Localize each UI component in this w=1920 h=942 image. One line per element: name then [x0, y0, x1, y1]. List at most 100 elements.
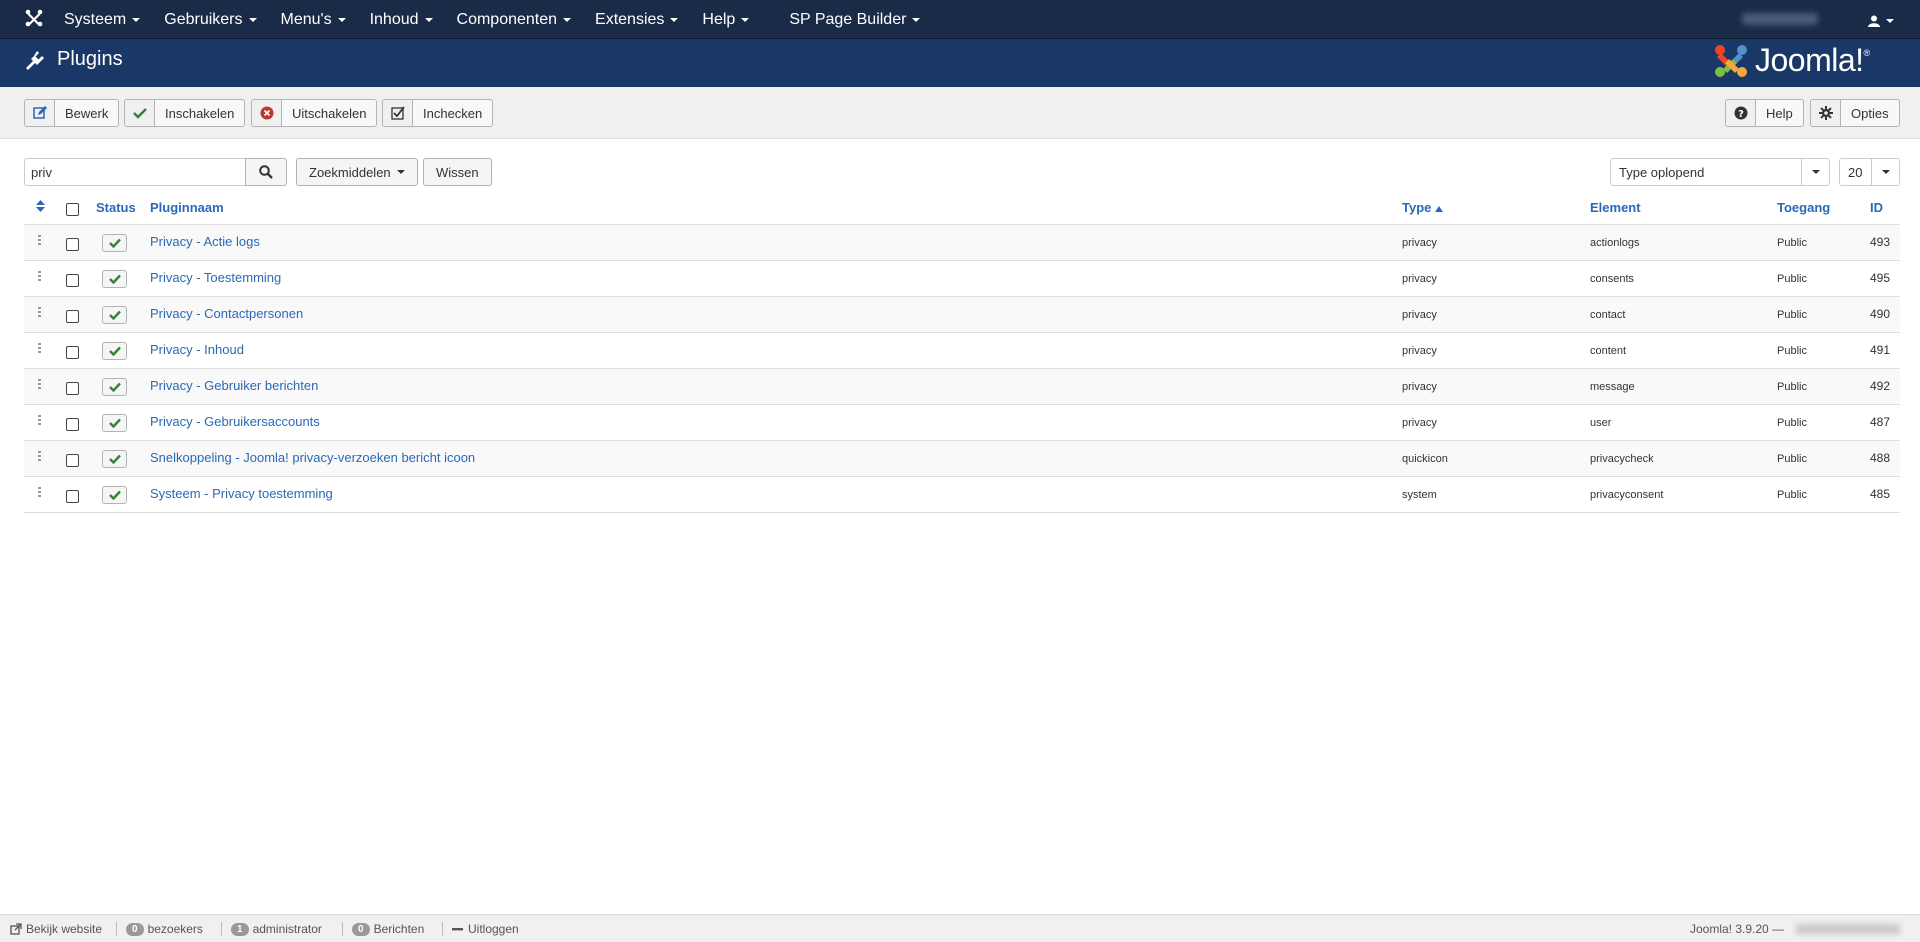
status-toggle-button[interactable]	[102, 234, 127, 252]
type-column-header[interactable]: Type	[1402, 200, 1444, 215]
row-checkbox[interactable]	[66, 454, 79, 467]
admins-counter: 1 administrator	[231, 922, 322, 936]
sort-asc-icon	[1435, 205, 1444, 212]
toolbar: Bewerk Inschakelen Uitschakelen Inchecke…	[0, 87, 1920, 139]
status-toggle-button[interactable]	[102, 342, 127, 360]
user-menu-button[interactable]	[1868, 0, 1894, 39]
plugin-id: 490	[1870, 307, 1891, 321]
nav-menu-menu-s[interactable]: Menu's	[269, 0, 358, 39]
top-navbar: Systeem Gebruikers Menu's Inhoud Componenten…	[0, 0, 1920, 39]
joomla-logo-icon[interactable]	[24, 8, 44, 28]
nav-menu-componenten[interactable]: Componenten	[445, 0, 584, 39]
plugin-type: system	[1402, 489, 1437, 501]
enable-button[interactable]: Inschakelen	[124, 99, 246, 127]
footer-divider	[442, 922, 443, 936]
status-column-header[interactable]: Status	[96, 200, 136, 215]
plugin-name-link[interactable]: Privacy - Gebruiker berichten	[150, 378, 318, 393]
row-checkbox[interactable]	[66, 238, 79, 251]
nav-menu-systeem[interactable]: Systeem	[52, 0, 152, 39]
drag-handle-icon[interactable]	[38, 271, 42, 283]
nav-menu-help[interactable]: Help	[690, 0, 761, 39]
plugin-element: contact	[1590, 309, 1626, 321]
drag-handle-icon[interactable]	[38, 487, 42, 499]
caret-down-icon	[248, 17, 257, 22]
order-select[interactable]: Type oplopend	[1610, 158, 1830, 186]
drag-handle-icon[interactable]	[38, 451, 42, 463]
footer-divider	[116, 922, 117, 936]
row-checkbox[interactable]	[66, 418, 79, 431]
status-toggle-button[interactable]	[102, 378, 127, 396]
user-icon	[1868, 15, 1880, 27]
minus-icon	[452, 928, 463, 931]
status-toggle-button[interactable]	[102, 270, 127, 288]
options-button[interactable]: Opties	[1810, 99, 1900, 127]
status-footer: Bekijk website 0 bezoekers 1 administrator…	[0, 914, 1920, 942]
plugin-name-link[interactable]: Privacy - Inhoud	[150, 342, 244, 357]
plugins-table: Status Pluginnaam Type Element Toegang I…	[24, 192, 1900, 513]
id-column-header[interactable]: ID	[1870, 200, 1883, 215]
view-site-link[interactable]: Bekijk website	[10, 922, 102, 936]
caret-down-icon	[132, 17, 141, 22]
table-body: Privacy - Actie logs privacy actionlogs Pub…	[24, 225, 1900, 513]
drag-handle-icon[interactable]	[38, 343, 42, 355]
messages-counter[interactable]: 0 Berichten	[352, 922, 424, 936]
access-column-header[interactable]: Toegang	[1777, 200, 1830, 215]
caret-down-icon	[741, 17, 750, 22]
limit-select[interactable]: 20	[1839, 158, 1900, 186]
help-button[interactable]: ? Help	[1725, 99, 1804, 127]
nav-menu-sp-page-builder[interactable]: SP Page Builder	[777, 0, 932, 39]
disable-icon	[260, 106, 273, 120]
plugin-name-link[interactable]: Systeem - Privacy toestemming	[150, 486, 333, 501]
plugin-access: Public	[1777, 273, 1807, 285]
plugin-id: 487	[1870, 415, 1891, 429]
plugin-name-link[interactable]: Privacy - Actie logs	[150, 234, 260, 249]
plugin-name-link[interactable]: Snelkoppeling - Joomla! privacy-verzoeke…	[150, 450, 475, 465]
status-toggle-button[interactable]	[102, 486, 127, 504]
row-checkbox[interactable]	[66, 490, 79, 503]
checkin-button[interactable]: Inchecken	[382, 99, 494, 127]
svg-text:?: ?	[1738, 109, 1744, 120]
row-checkbox[interactable]	[66, 382, 79, 395]
search-button[interactable]	[245, 158, 287, 186]
clear-button[interactable]: Wissen	[423, 158, 492, 186]
check-icon	[108, 454, 121, 464]
status-toggle-button[interactable]	[102, 306, 127, 324]
plugin-name-link[interactable]: Privacy - Contactpersonen	[150, 306, 303, 321]
plugin-name-link[interactable]: Privacy - Toestemming	[150, 270, 281, 285]
disable-button[interactable]: Uitschakelen	[251, 99, 378, 127]
edit-button[interactable]: Bewerk	[24, 99, 120, 127]
plugin-name-link[interactable]: Privacy - Gebruikersaccounts	[150, 414, 320, 429]
plugin-id: 493	[1870, 235, 1891, 249]
plugin-type: quickicon	[1402, 453, 1448, 465]
row-checkbox[interactable]	[66, 346, 79, 359]
row-checkbox[interactable]	[66, 274, 79, 287]
search-input[interactable]	[24, 158, 246, 186]
plugin-id: 485	[1870, 487, 1891, 501]
checkbox-checked-icon	[390, 106, 405, 120]
nav-menu-extensies[interactable]: Extensies	[583, 0, 690, 39]
select-all-checkbox[interactable]	[66, 203, 79, 216]
name-column-header[interactable]: Pluginnaam	[150, 200, 224, 215]
visitors-counter: 0 bezoekers	[126, 922, 203, 936]
search-tools-button[interactable]: Zoekmiddelen	[296, 158, 418, 186]
table-header: Status Pluginnaam Type Element Toegang I…	[24, 192, 1900, 225]
status-toggle-button[interactable]	[102, 414, 127, 432]
page-title: Plugins	[57, 48, 123, 70]
drag-handle-icon[interactable]	[38, 379, 42, 391]
blurred-site-name	[1796, 924, 1900, 934]
footer-divider	[342, 922, 343, 936]
drag-handle-icon[interactable]	[38, 235, 42, 247]
sort-ordering-icon[interactable]	[36, 200, 45, 212]
plugin-type: privacy	[1402, 417, 1437, 429]
drag-handle-icon[interactable]	[38, 307, 42, 319]
element-column-header[interactable]: Element	[1590, 200, 1641, 215]
drag-handle-icon[interactable]	[38, 415, 42, 427]
row-checkbox[interactable]	[66, 310, 79, 323]
nav-menu-inhoud[interactable]: Inhoud	[358, 0, 445, 39]
logout-link[interactable]: Uitloggen	[452, 922, 519, 936]
caret-down-icon	[337, 17, 346, 22]
plugin-element: content	[1590, 345, 1627, 357]
nav-menu-gebruikers[interactable]: Gebruikers	[152, 0, 268, 39]
status-toggle-button[interactable]	[102, 450, 127, 468]
plugin-id: 491	[1870, 343, 1891, 357]
